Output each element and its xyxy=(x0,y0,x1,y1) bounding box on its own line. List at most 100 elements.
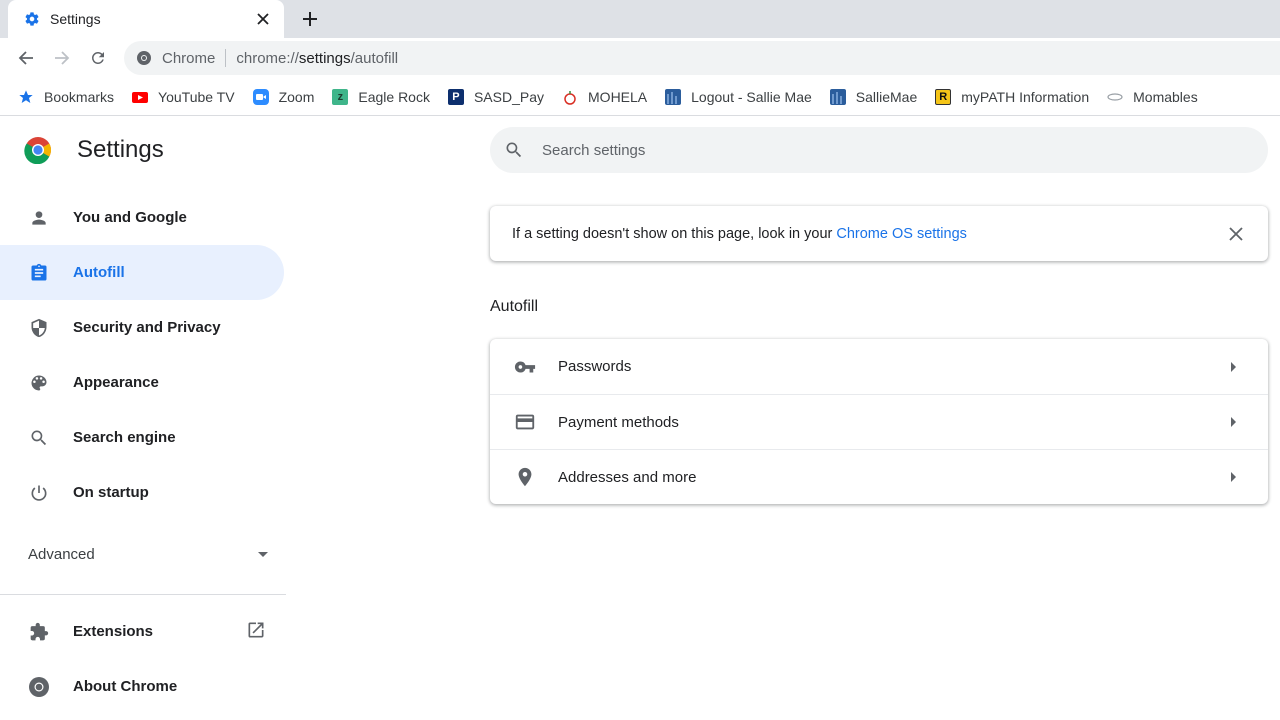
bookmark-label: YouTube TV xyxy=(158,88,235,105)
addresses-row[interactable]: Addresses and more xyxy=(490,449,1268,504)
chevron-right-icon xyxy=(1228,416,1240,428)
sidebar-item-on-startup[interactable]: On startup xyxy=(0,465,284,520)
tab-title: Settings xyxy=(50,11,101,27)
bookmark-salliemae[interactable]: SallieMae xyxy=(829,83,918,111)
bookmark-label: Logout - Sallie Mae xyxy=(691,88,812,105)
close-icon[interactable] xyxy=(254,10,272,28)
open-in-new-icon xyxy=(246,620,266,644)
page-title: Settings xyxy=(77,136,164,163)
bookmarks-bar: Bookmarks YouTube TV Zoom z Eagle Rock P… xyxy=(0,78,1280,116)
bookmark-bookmarks[interactable]: Bookmarks xyxy=(18,83,114,111)
omnibox-separator xyxy=(225,49,227,67)
chevron-right-icon xyxy=(1228,361,1240,373)
plus-icon xyxy=(303,12,317,26)
sidebar-item-label: Autofill xyxy=(73,264,125,281)
bookmark-label: Bookmarks xyxy=(44,88,115,105)
row-label: Payment methods xyxy=(558,413,679,431)
gear-icon xyxy=(25,12,39,26)
search-icon xyxy=(28,427,50,449)
bookmark-label: SASD_Pay xyxy=(473,88,545,105)
omnibox-chip-label: Chrome xyxy=(162,49,216,67)
search-settings-input[interactable]: Search settings xyxy=(490,127,1268,173)
toolbar: Chrome chrome://settings/autofill xyxy=(0,38,1280,78)
notice-text: If a setting doesn't show on this page, … xyxy=(512,225,833,242)
bookmark-logout-sallie-mae[interactable]: Logout - Sallie Mae xyxy=(665,83,812,111)
advanced-toggle[interactable]: Advanced xyxy=(28,546,268,563)
shield-icon xyxy=(28,317,50,339)
bookmark-mypath-information[interactable]: R myPATH Information xyxy=(935,83,1089,111)
bookmark-label: Zoom xyxy=(278,88,315,105)
chrome-os-settings-link[interactable]: Chrome OS settings xyxy=(836,226,967,242)
passwords-row[interactable]: Passwords xyxy=(490,339,1268,394)
tab-settings[interactable]: Settings xyxy=(8,0,284,38)
sidebar-item-appearance[interactable]: Appearance xyxy=(0,355,284,410)
search-icon xyxy=(506,142,522,158)
clipboard-icon xyxy=(28,262,50,284)
sidebar-item-extensions[interactable]: Extensions xyxy=(0,604,284,659)
sidebar-item-label: Search engine xyxy=(73,429,176,446)
power-icon xyxy=(28,482,50,504)
sallie-mae-icon xyxy=(829,88,846,105)
apple-icon xyxy=(564,90,576,105)
star-icon xyxy=(19,89,33,103)
bookmark-sasd-pay[interactable]: P SASD_Pay xyxy=(447,83,545,111)
settings-header: Settings xyxy=(24,136,164,164)
reload-icon xyxy=(91,51,104,64)
sidebar-item-label: Extensions xyxy=(73,623,154,640)
person-icon xyxy=(28,207,50,229)
bookmark-label: Eagle Rock xyxy=(358,88,430,105)
forward-button[interactable] xyxy=(50,46,74,70)
paypal-icon: P xyxy=(447,88,464,105)
back-arrow-icon xyxy=(18,51,33,65)
url-text: chrome://settings/autofill xyxy=(236,50,398,67)
bookmark-eagle-rock[interactable]: z Eagle Rock xyxy=(332,83,430,111)
sidebar-divider xyxy=(0,594,286,595)
sidebar-item-you-and-google[interactable]: You and Google xyxy=(0,190,284,245)
payment-methods-row[interactable]: Payment methods xyxy=(490,394,1268,449)
row-label: Addresses and more xyxy=(558,468,697,486)
sidebar-item-autofill[interactable]: Autofill xyxy=(0,245,284,300)
bookmark-youtube-tv[interactable]: YouTube TV xyxy=(132,83,235,111)
mypath-icon: R xyxy=(935,88,952,105)
chrome-icon xyxy=(137,51,151,65)
youtube-icon xyxy=(132,91,149,103)
sidebar-item-security-and-privacy[interactable]: Security and Privacy xyxy=(0,300,284,355)
address-bar[interactable]: Chrome chrome://settings/autofill xyxy=(124,41,1280,75)
sidebar-item-about-chrome[interactable]: About Chrome xyxy=(0,659,284,714)
back-button[interactable] xyxy=(14,46,38,70)
sidebar-item-label: Security and Privacy xyxy=(73,319,221,336)
eagle-rock-icon: z xyxy=(332,88,349,105)
chevron-right-icon xyxy=(1228,471,1240,483)
sidebar-item-label: About Chrome xyxy=(73,678,178,695)
new-tab-button[interactable] xyxy=(298,7,322,31)
palette-icon xyxy=(28,372,50,394)
bookmark-label: Momables xyxy=(1133,88,1198,105)
settings-sidebar: You and Google Autofill Security and Pri… xyxy=(0,190,286,520)
bookmark-zoom[interactable]: Zoom xyxy=(252,83,315,111)
chrome-icon xyxy=(28,676,50,698)
bookmark-label: SallieMae xyxy=(855,88,918,105)
sidebar-item-search-engine[interactable]: Search engine xyxy=(0,410,284,465)
section-title: Autofill xyxy=(490,298,539,315)
close-icon[interactable] xyxy=(1226,224,1246,244)
autofill-card: Passwords Payment methods Addresses and … xyxy=(490,339,1268,504)
sidebar-item-label: On startup xyxy=(73,484,149,501)
bookmark-label: MOHELA xyxy=(588,88,648,105)
bookmark-mohela[interactable]: MOHELA xyxy=(562,83,647,111)
chrome-logo-icon xyxy=(24,137,52,164)
search-placeholder: Search settings xyxy=(542,141,646,159)
forward-arrow-icon xyxy=(55,51,70,65)
tab-strip: Settings xyxy=(0,0,1280,38)
sidebar-item-label: You and Google xyxy=(73,209,187,226)
momables-icon xyxy=(1107,92,1123,101)
location-pin-icon xyxy=(514,466,536,488)
bookmark-label: myPATH Information xyxy=(961,88,1090,105)
reload-button[interactable] xyxy=(86,46,110,70)
credit-card-icon xyxy=(514,411,536,433)
puzzle-icon xyxy=(28,621,50,643)
chevron-down-icon xyxy=(258,551,268,557)
bookmark-momables[interactable]: Momables xyxy=(1107,83,1198,111)
url-prefix: chrome:// xyxy=(236,49,299,67)
zoom-icon xyxy=(252,88,269,105)
row-label: Passwords xyxy=(558,358,632,375)
